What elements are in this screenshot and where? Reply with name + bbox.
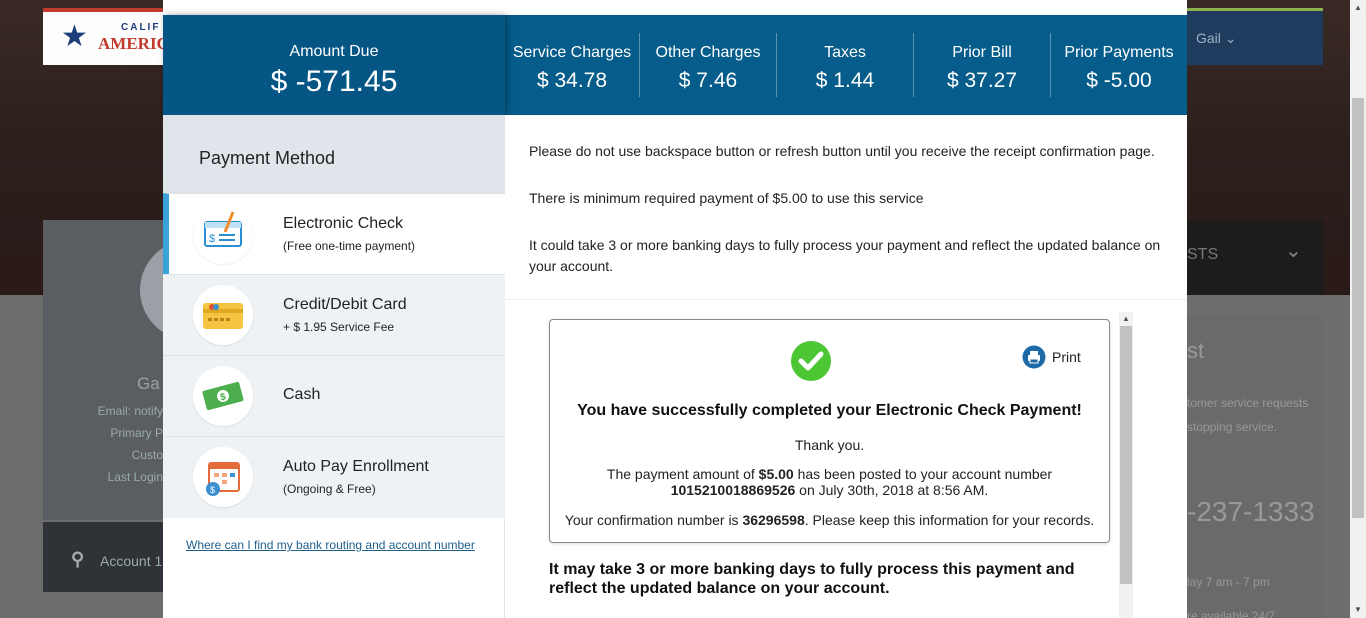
confirmation-number: 36296598 <box>742 512 805 528</box>
requests-accordion[interactable]: STS ⌄ <box>1187 220 1323 295</box>
bank-routing-help-link[interactable]: Where can I find my bank routing and acc… <box>186 538 475 552</box>
page-scrollbar-thumb[interactable] <box>1352 98 1364 518</box>
payment-method-heading: Payment Method <box>199 148 336 168</box>
confirmation-prefix: Your confirmation number is <box>564 512 743 528</box>
charge-value: $ -5.00 <box>1086 69 1152 92</box>
notice-backspace: Please do not use backspace button or re… <box>529 143 1155 159</box>
payment-notices: Please do not use backspace button or re… <box>505 115 1187 300</box>
account-number: 1015210018869526 <box>670 482 796 498</box>
charge-value: $ 34.78 <box>536 69 608 92</box>
payment-option-subtitle: (Free one-time payment) <box>283 239 416 253</box>
charge-value: $ 1.44 <box>815 69 875 92</box>
confirmation-text: Your confirmation number is 36296598. Pl… <box>550 512 1109 528</box>
payment-option-subtitle: + $ 1.95 Service Fee <box>283 320 395 334</box>
contact-hours: lay 7 am - 7 pm <box>1187 575 1270 589</box>
charge-label: Service Charges <box>512 44 632 61</box>
confirmation-suffix: . Please keep this information for your … <box>804 512 1095 528</box>
processing-time-note: It may take 3 or more banking days to fu… <box>549 561 1075 597</box>
payment-method-heading-bar: Payment Method <box>163 115 505 193</box>
profile-primary: Primary P <box>110 426 163 440</box>
star-logo-icon: ★ <box>61 20 88 53</box>
amount-due-panel: Amount Due $ -571.45 <box>163 15 505 115</box>
receipt-card: Print You have successfully completed yo… <box>549 319 1110 543</box>
location-pin-icon: ⚲ <box>71 549 85 569</box>
contact-text-2: stopping service. <box>1187 420 1278 434</box>
scroll-up-icon[interactable]: ▲ <box>1122 314 1130 323</box>
scroll-up-icon[interactable]: ▲ <box>1354 3 1362 12</box>
page-scrollbar[interactable]: ▲ ▼ <box>1350 0 1366 618</box>
contact-card: st tomer service requests stopping servi… <box>1187 316 1323 618</box>
payment-option-electronic-check[interactable]: $ Electronic Check (Free one-time paymen… <box>163 193 505 274</box>
prior-payments: Prior Payments $ -5.00 <box>1051 15 1187 115</box>
success-message: You have successfully completed your Ele… <box>577 402 1082 419</box>
bill-summary-header: Amount Due $ -571.45 Service Charges $ 3… <box>163 15 1187 115</box>
amount-due-label: Amount Due <box>289 43 379 60</box>
thank-you-text: Thank you. <box>794 437 865 453</box>
charge-label: Prior Bill <box>952 44 1012 61</box>
charge-value: $ 37.27 <box>946 69 1018 92</box>
posted-middle: has been posted to your account number <box>793 466 1053 482</box>
payment-option-title: Cash <box>283 386 321 403</box>
printer-icon <box>1022 345 1046 369</box>
receipt-area: Print You have successfully completed yo… <box>505 300 1187 618</box>
notice-minimum-payment: There is minimum required payment of $5.… <box>529 190 924 206</box>
payment-posted-text: The payment amount of $5.00 has been pos… <box>550 466 1109 498</box>
account-label: Account 1 <box>100 553 163 569</box>
posted-suffix: on July 30th, 2018 at 8:56 AM. <box>795 482 989 498</box>
success-check-icon <box>791 341 831 381</box>
receipt-scrollbar[interactable]: ▲ <box>1119 312 1133 618</box>
profile-last-login: Last Login <box>107 470 163 484</box>
credit-card-icon <box>193 285 253 345</box>
contact-title: st <box>1187 338 1205 363</box>
contact-phone: -237-1333 <box>1187 496 1315 527</box>
modal-top-strip <box>163 0 1187 15</box>
svg-text:$: $ <box>210 485 215 495</box>
posted-amount: $5.00 <box>758 466 794 482</box>
payment-option-credit-card[interactable]: Credit/Debit Card + $ 1.95 Service Fee <box>163 274 505 355</box>
payment-option-auto-pay[interactable]: $ Auto Pay Enrollment (Ongoing & Free) <box>163 436 505 518</box>
cash-icon: $ <box>193 366 253 426</box>
contact-availability: re available 24/7 <box>1187 609 1276 618</box>
notice-processing-time: It could take 3 or more banking days to … <box>529 237 1161 274</box>
payment-modal: Amount Due $ -571.45 Service Charges $ 3… <box>163 0 1187 618</box>
other-charges: Other Charges $ 7.46 <box>640 15 776 115</box>
logo-text-line1: CALIF <box>121 22 161 33</box>
user-menu-label: Gail ⌄ <box>1196 30 1237 46</box>
print-label: Print <box>1052 349 1081 365</box>
charge-value: $ 7.46 <box>678 69 738 92</box>
contact-text-1: tomer service requests <box>1187 396 1309 410</box>
user-menu[interactable]: Gail ⌄ <box>1187 8 1323 65</box>
chevron-down-icon: ⌄ <box>1285 240 1302 262</box>
svg-text:$: $ <box>209 233 215 245</box>
payment-option-subtitle: (Ongoing & Free) <box>283 482 376 496</box>
posted-prefix: The payment amount of <box>606 466 759 482</box>
payment-option-title: Auto Pay Enrollment <box>283 458 429 475</box>
calendar-icon: $ <box>193 447 253 507</box>
payment-method-panel: Payment Method $ Electronic Check (Free … <box>163 115 505 618</box>
service-charges: Service Charges $ 34.78 <box>505 15 639 115</box>
profile-email: Email: notify <box>97 404 163 418</box>
account-selector[interactable]: ⚲ Account 1 <box>43 522 163 592</box>
check-icon: $ <box>193 204 253 264</box>
taxes: Taxes $ 1.44 <box>777 15 913 115</box>
amount-due-value: $ -571.45 <box>270 65 398 98</box>
profile-customer: Custo <box>131 448 163 462</box>
prior-bill: Prior Bill $ 37.27 <box>914 15 1050 115</box>
scroll-down-icon[interactable]: ▼ <box>1354 605 1362 614</box>
cut-off-text-line <box>549 610 1049 618</box>
payment-option-cash[interactable]: $ Cash <box>163 355 505 436</box>
payment-option-title: Credit/Debit Card <box>283 296 407 313</box>
receipt-scrollbar-thumb[interactable] <box>1120 326 1132 584</box>
charge-label: Taxes <box>824 44 866 61</box>
charge-label: Other Charges <box>655 44 761 61</box>
company-logo[interactable]: ★ CALIF AMERICA <box>43 8 181 65</box>
charge-label: Prior Payments <box>1064 44 1174 61</box>
requests-heading: STS <box>1187 246 1219 263</box>
payment-option-title: Electronic Check <box>283 215 404 232</box>
